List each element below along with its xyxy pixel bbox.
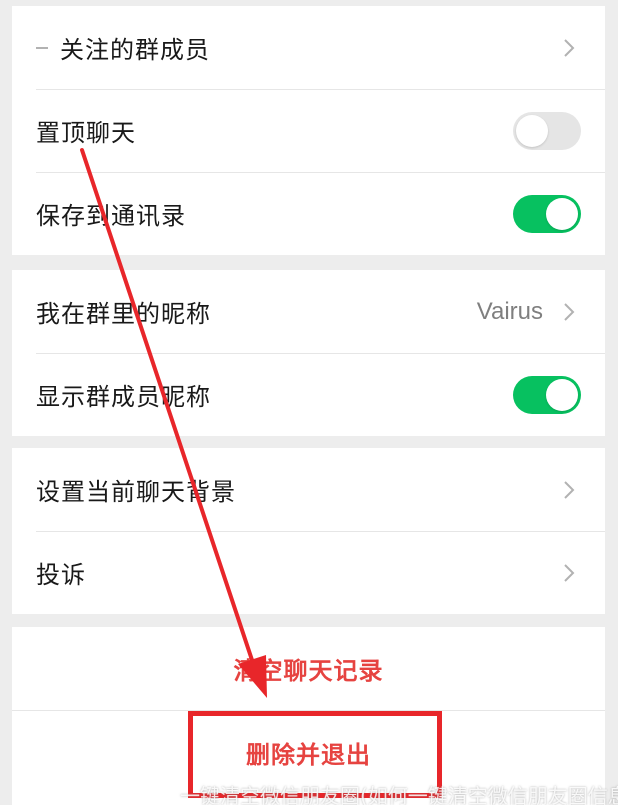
row-label: 我在群里的昵称	[36, 300, 211, 328]
row-label: 显示群成员昵称	[36, 383, 211, 411]
settings-group-misc: 设置当前聊天背景 投诉	[12, 448, 605, 614]
row-label: 保存到通讯录	[36, 202, 186, 230]
clear-history-button[interactable]: 清空聊天记录	[12, 627, 605, 710]
dash-icon	[36, 46, 48, 49]
show-member-nicknames-toggle[interactable]	[513, 375, 581, 414]
row-followed-members[interactable]: 关注的群成员	[12, 6, 605, 89]
save-to-contacts-toggle[interactable]	[513, 194, 581, 233]
toggle-knob	[546, 197, 578, 230]
nickname-value: Vairus	[476, 297, 543, 325]
row-my-group-nickname[interactable]: 我在群里的昵称 Vairus	[12, 270, 605, 353]
settings-group-nickname: 我在群里的昵称 Vairus 显示群成员昵称	[12, 270, 605, 436]
pin-chat-toggle[interactable]	[513, 111, 581, 150]
chevron-right-icon	[564, 480, 575, 499]
row-chat-background[interactable]: 设置当前聊天背景	[12, 448, 605, 531]
row-pin-chat: 置顶聊天	[12, 89, 605, 172]
toggle-knob	[546, 378, 578, 411]
watermark-text: 一键清空微信朋友圈(如何一键清空微信朋友圈信息)	[180, 784, 618, 805]
row-show-member-nicknames: 显示群成员昵称	[12, 353, 605, 436]
settings-group-chat-options: 关注的群成员 置顶聊天 保存到通讯录	[12, 6, 605, 255]
row-label: 置顶聊天	[36, 119, 136, 147]
chevron-right-icon	[564, 38, 575, 57]
toggle-knob	[516, 114, 548, 147]
row-label: 投诉	[36, 561, 86, 589]
row-label: 关注的群成员	[60, 36, 210, 64]
row-report[interactable]: 投诉	[12, 531, 605, 614]
chevron-right-icon	[564, 302, 575, 321]
row-label: 设置当前聊天背景	[36, 478, 236, 506]
chevron-right-icon	[564, 563, 575, 582]
clear-history-label: 清空聊天记录	[233, 657, 384, 685]
row-save-to-contacts: 保存到通讯录	[12, 172, 605, 255]
